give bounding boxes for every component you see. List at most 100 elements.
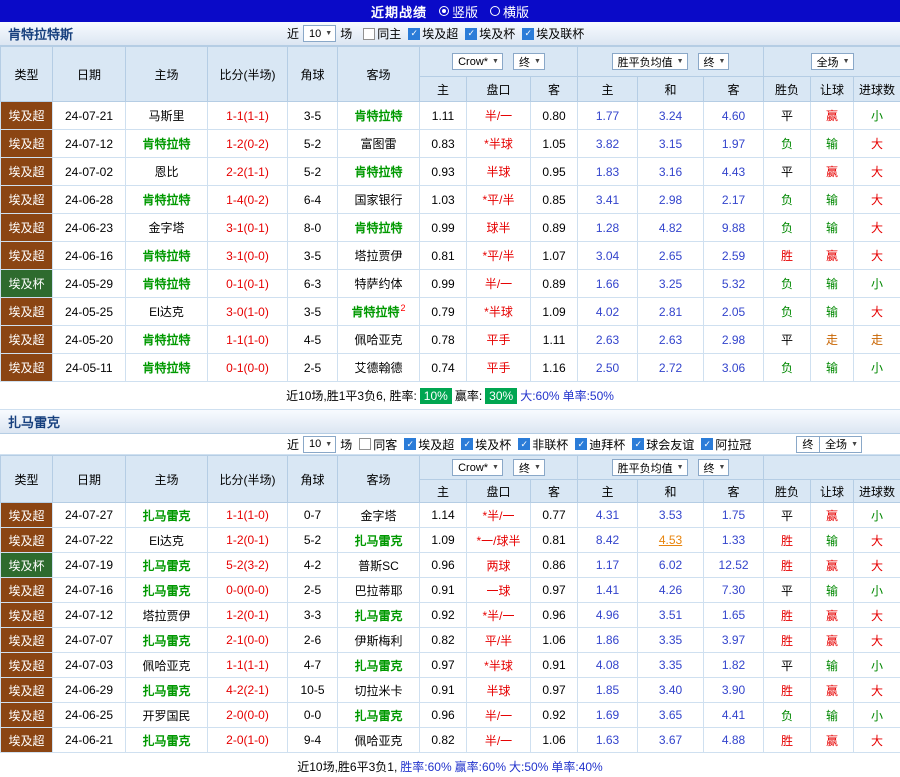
win-odds-cell: 3.82 <box>577 129 639 158</box>
score-cell: 0-1(0-0) <box>207 353 288 382</box>
table-row: 埃及超 24-07-27 扎马雷克 1-1(1-0) 0-7 金字塔 1.14 *半/一 0.7… <box>0 502 900 528</box>
handicap-result-cell: 赢 <box>810 727 855 753</box>
final-odds-select[interactable]: 终 ▼ <box>697 459 730 476</box>
result-cell: 平 <box>763 157 812 186</box>
score-cell: 1-2(0-1) <box>207 527 288 553</box>
handicap-line-cell: 平/半 <box>466 627 531 653</box>
odds-company-select[interactable]: Crow* ▼ <box>452 53 503 70</box>
away-team-cell: 富图雷 <box>337 129 420 158</box>
goals-result-cell: 走 <box>853 325 900 354</box>
handicap-result-cell: 输 <box>810 129 855 158</box>
handicap-result-cell: 输 <box>810 527 855 553</box>
filter-checkbox[interactable]: ✓ 埃及杯 <box>465 25 515 42</box>
red-card-count: 2 <box>400 303 406 313</box>
subcol-win: 主 <box>577 76 639 102</box>
checkbox-icon: ✓ <box>632 438 645 450</box>
win-odds-cell: 1.86 <box>577 627 639 653</box>
league-cell: 埃及超 <box>0 502 53 528</box>
full-match-select[interactable]: 全场 ▼ <box>819 435 862 453</box>
checkbox-label: 阿拉冠 <box>715 437 752 452</box>
draw-odds-cell: 6.02 <box>637 552 705 578</box>
wdl-average-select[interactable]: 胜平负均值 ▼ <box>611 459 688 476</box>
final-odds-select[interactable]: 终 ▼ <box>697 53 730 70</box>
handicap-home-odds-cell: 0.99 <box>419 269 467 298</box>
select-value: 终 <box>703 462 715 475</box>
date-cell: 24-06-16 <box>52 241 126 270</box>
draw-odds-cell[interactable]: 4.53 <box>637 527 705 553</box>
checkbox-icon <box>359 438 372 450</box>
chevron-down-icon: ▼ <box>851 440 858 448</box>
home-team-cell: 肯特拉特 <box>125 241 208 270</box>
win-odds-cell: 3.41 <box>577 185 639 214</box>
odds-company-select[interactable]: Crow* ▼ <box>452 459 503 476</box>
away-team-cell: 肯特拉特 <box>337 213 420 242</box>
handicap-result-cell: 输 <box>810 652 855 678</box>
full-match-header <box>763 455 900 480</box>
checkbox-icon: ✓ <box>408 27 421 40</box>
result-cell: 负 <box>763 353 812 382</box>
win-odds-cell: 1.77 <box>577 101 639 130</box>
score-cell: 1-1(1-0) <box>207 325 288 354</box>
select-value: 终 <box>703 56 715 69</box>
checkbox-label: 埃及杯 <box>475 437 512 452</box>
summary-bar: 近10场,胜1平3负6, 胜率: 10% 赢率: 30% 大:60% 单率:50… <box>0 382 900 410</box>
handicap-away-odds-cell: 0.97 <box>529 577 579 603</box>
layout-option-vertical[interactable]: 竖版 <box>431 2 478 21</box>
league-cell: 埃及超 <box>0 213 53 242</box>
checkbox-icon: ✓ <box>465 27 478 40</box>
match-count-select[interactable]: 10 ▼ <box>303 25 337 42</box>
corner-cell: 5-2 <box>287 157 338 186</box>
table-row: 埃及杯 24-07-19 扎马雷克 5-2(3-2) 4-2 普斯SC 0.96 两球 0.86… <box>0 552 900 578</box>
home-team-cell: 肯特拉特 <box>125 185 208 214</box>
filter-checkbox[interactable]: ✓ 埃及杯 <box>461 436 511 453</box>
match-count-select[interactable]: 10 ▼ <box>303 435 337 453</box>
draw-odds-cell: 3.16 <box>637 157 705 186</box>
league-cell: 埃及超 <box>0 325 53 354</box>
handicap-home-odds-cell: 0.97 <box>419 652 467 678</box>
subcol-result: 胜负 <box>763 76 812 102</box>
handicap-home-odds-cell: 1.09 <box>419 527 467 553</box>
handicap-home-odds-cell: 0.91 <box>419 677 467 703</box>
layout-option-horizontal[interactable]: 横版 <box>482 2 529 21</box>
wdl-odds-header: 胜平负均值 ▼ 终 ▼ <box>577 455 765 480</box>
col-header-away: 客场 <box>337 455 420 503</box>
goals-result-cell: 大 <box>853 727 900 753</box>
radio-label: 横版 <box>503 4 530 20</box>
subcol-goals-result: 进球数 <box>853 76 900 102</box>
filter-checkbox[interactable]: ✓ 埃及超 <box>404 436 454 453</box>
final-odds-select[interactable]: 终 ▼ <box>512 459 545 476</box>
select-value: 全场 <box>825 439 848 451</box>
date-cell: 24-07-02 <box>52 157 126 186</box>
handicap-result-cell: 赢 <box>810 101 855 130</box>
handicap-away-odds-cell: 1.06 <box>529 627 579 653</box>
team-section-2: 扎马雷克 近 10 ▼ 场 同客 ✓ 埃及超 ✓ 埃及杯 ✓ 非联杯 ✓ 迪拜杯 ✓ 球会友谊 ✓ 阿拉… <box>0 410 900 777</box>
handicap-result-cell: 赢 <box>810 677 855 703</box>
home-team-cell: 扎马雷克 <box>125 577 208 603</box>
draw-odds-cell: 2.81 <box>637 297 705 326</box>
result-cell: 胜 <box>763 677 812 703</box>
filter-checkbox[interactable]: ✓ 迪拜杯 <box>575 436 625 453</box>
col-header-date: 日期 <box>52 46 126 102</box>
handicap-line-cell: 半球 <box>466 157 531 186</box>
checkbox-icon: ✓ <box>522 27 535 40</box>
draw-odds-cell: 3.67 <box>637 727 705 753</box>
wdl-average-select[interactable]: 胜平负均值 ▼ <box>611 53 688 70</box>
subcol-handicap-result: 让球 <box>810 76 855 102</box>
handicap-home-odds-cell: 0.83 <box>419 129 467 158</box>
filter-checkbox[interactable]: 同主 <box>363 25 401 42</box>
win-odds-cell: 4.31 <box>577 502 639 528</box>
win-odds-cell: 8.42 <box>577 527 639 553</box>
select-value: Crow* <box>458 461 489 474</box>
filter-checkbox[interactable]: ✓ 非联杯 <box>518 436 568 453</box>
filter-checkbox[interactable]: ✓ 阿拉冠 <box>701 436 751 453</box>
filter-checkbox[interactable]: 同客 <box>359 436 397 453</box>
lose-odds-cell: 4.88 <box>703 727 765 753</box>
filter-checkbox[interactable]: ✓ 球会友谊 <box>632 436 694 453</box>
win-odds-cell: 2.63 <box>577 325 639 354</box>
final-odds-select[interactable]: 终 ▼ <box>512 53 545 70</box>
filter-checkbox[interactable]: ✓ 埃及超 <box>408 25 458 42</box>
col-header-corner: 角球 <box>287 46 338 102</box>
handicap-home-odds-cell: 0.81 <box>419 241 467 270</box>
full-match-select[interactable]: 全场 ▼ <box>810 53 854 70</box>
filter-checkbox[interactable]: ✓ 埃及联杯 <box>522 25 584 42</box>
